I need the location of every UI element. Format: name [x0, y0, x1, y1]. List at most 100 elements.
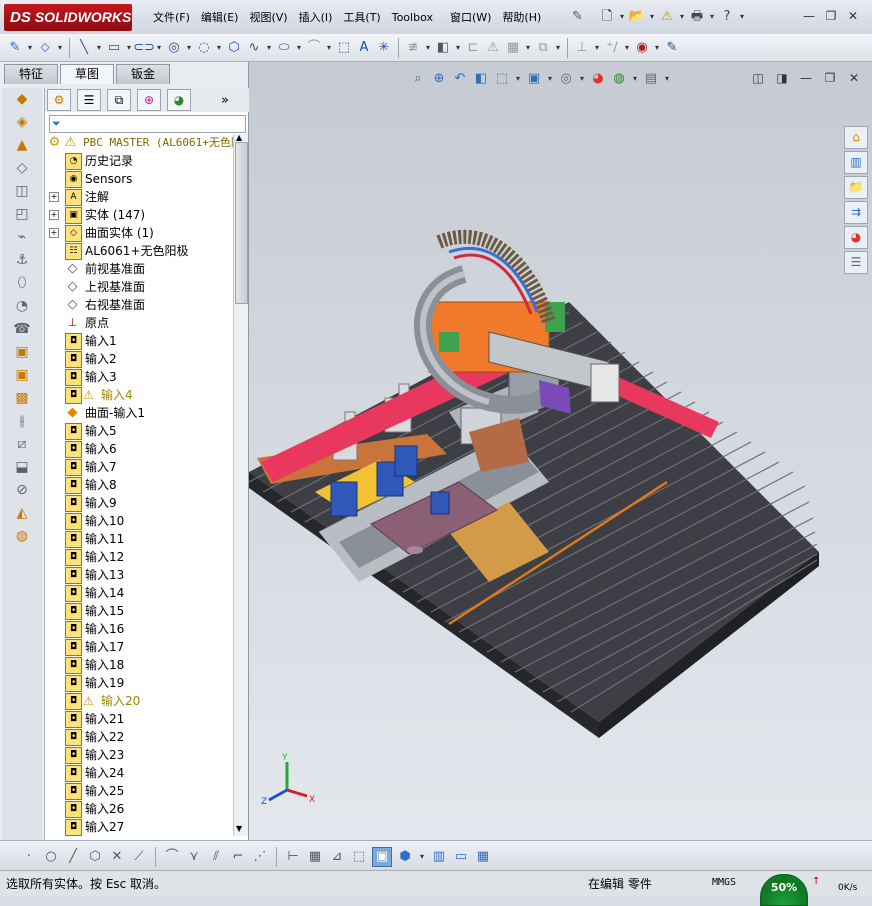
- revolved-cut-icon[interactable]: ⚓: [6, 249, 38, 272]
- tree-item[interactable]: ◘ 输入22: [45, 728, 233, 746]
- swept-boss-icon[interactable]: ▲: [6, 134, 38, 157]
- curves-icon[interactable]: ▣: [6, 341, 38, 364]
- trim-icon[interactable]: ≢: [404, 39, 422, 57]
- tree-scroll-thumb[interactable]: [235, 142, 248, 304]
- circle-icon[interactable]: ◎: [165, 39, 183, 57]
- viewport-split2-icon[interactable]: ◨: [773, 70, 791, 86]
- tree-item[interactable]: ◘ 输入18: [45, 656, 233, 674]
- tree-item[interactable]: ◆ 曲面-输入1: [45, 404, 233, 422]
- feature-manager-tab[interactable]: ⚙: [47, 89, 71, 111]
- solidworks-logo[interactable]: DS SOLIDWORKS: [4, 4, 132, 31]
- convert-dropdown-icon[interactable]: ▾: [454, 39, 462, 57]
- tree-root[interactable]: ⚙ ⚠ PBC MASTER (AL6061+无色阳: [45, 134, 233, 152]
- viewport-restore-icon[interactable]: ❐: [821, 70, 839, 86]
- rectangle-dropdown-icon[interactable]: ▾: [125, 39, 133, 57]
- offset-tool-icon[interactable]: ⌒: [163, 848, 181, 866]
- view-settings-dropdown-icon[interactable]: ▾: [663, 70, 671, 88]
- tree-item[interactable]: ◘ 输入6: [45, 440, 233, 458]
- custom-properties-icon[interactable]: ☰: [844, 251, 868, 274]
- tree-item[interactable]: ◘ 输入11: [45, 530, 233, 548]
- move-dropdown-icon[interactable]: ▾: [554, 39, 562, 57]
- display-mode-dropdown-icon[interactable]: ▾: [418, 848, 426, 866]
- appearance-tool-icon[interactable]: ▥: [430, 848, 448, 866]
- tree-item[interactable]: + ▣ 实体 (147): [45, 206, 233, 224]
- polygon-tool-icon[interactable]: ⬡: [86, 848, 104, 866]
- ellipse-icon[interactable]: ⬭: [275, 39, 293, 57]
- menu-edit[interactable]: 编辑(E): [198, 9, 247, 27]
- line-dropdown-icon[interactable]: ▾: [95, 39, 103, 57]
- convert-entities-icon[interactable]: ◧: [434, 39, 452, 57]
- hide-show-dropdown-icon[interactable]: ▾: [578, 70, 586, 88]
- display-style-icon[interactable]: ▣: [525, 70, 543, 88]
- tree-item[interactable]: ☷ AL6061+无色阳极: [45, 242, 233, 260]
- shaded-view-icon[interactable]: ▣: [372, 847, 392, 867]
- circle-tool-icon[interactable]: ○: [42, 848, 60, 866]
- extruded-cut-icon[interactable]: ◰: [6, 203, 38, 226]
- tree-item[interactable]: ◇ 前视基准面: [45, 260, 233, 278]
- pattern-dropdown-icon[interactable]: ▾: [524, 39, 532, 57]
- fillet-icon[interactable]: ⌒: [305, 39, 323, 57]
- smart-dimension-icon[interactable]: ⬦: [36, 39, 54, 57]
- tree-item[interactable]: ◘ 输入8: [45, 476, 233, 494]
- tab-features[interactable]: 特征: [4, 64, 59, 84]
- rapid-sketch-dropdown-icon[interactable]: ▾: [653, 39, 661, 57]
- linear-pattern-icon[interactable]: ▦: [504, 39, 522, 57]
- layout-tool-icon[interactable]: ▭: [452, 848, 470, 866]
- grid-tool-icon[interactable]: ▦: [306, 848, 324, 866]
- configuration-manager-tab[interactable]: ⧉: [107, 89, 131, 111]
- instant2d-icon[interactable]: ✎: [663, 39, 681, 57]
- help-dropdown-icon[interactable]: ▾: [738, 8, 746, 26]
- hide-show-items-icon[interactable]: ◎: [557, 70, 575, 88]
- help-icon[interactable]: ?: [718, 8, 736, 26]
- expand-toggle-icon[interactable]: +: [49, 210, 59, 220]
- tree-item[interactable]: ⊥ 原点: [45, 314, 233, 332]
- expand-toggle-icon[interactable]: +: [49, 228, 59, 238]
- view-orientation-icon[interactable]: ⬚: [493, 70, 511, 88]
- point-tool-icon[interactable]: ·: [20, 848, 38, 866]
- tree-item[interactable]: ◘ 输入16: [45, 620, 233, 638]
- tab-sketch[interactable]: 草图: [60, 64, 115, 84]
- tree-item[interactable]: ◘ 输入25: [45, 782, 233, 800]
- mirror-feature-icon[interactable]: ◍: [6, 525, 38, 548]
- menu-file[interactable]: 文件(F): [150, 9, 198, 27]
- viewport-close-icon[interactable]: ✕: [845, 70, 863, 86]
- tree-item[interactable]: ◇ 上视基准面: [45, 278, 233, 296]
- tree-vertical-scrollbar[interactable]: ▲ ▼: [233, 133, 248, 836]
- expand-tabs-icon[interactable]: »: [221, 93, 229, 108]
- shell-icon[interactable]: ⊘: [6, 479, 38, 502]
- expand-toggle-icon[interactable]: +: [49, 192, 59, 202]
- fillet-dropdown-icon[interactable]: ▾: [325, 39, 333, 57]
- construction-tool-icon[interactable]: ⫽: [207, 848, 225, 866]
- tree-item[interactable]: ◘ 输入19: [45, 674, 233, 692]
- circle-dropdown-icon[interactable]: ▾: [185, 39, 193, 57]
- open-folder-icon[interactable]: 📂: [628, 8, 646, 26]
- repair-sketch-icon[interactable]: ⁺∕: [603, 39, 621, 57]
- apply-scene-icon[interactable]: ◍: [610, 70, 628, 88]
- polygon-icon[interactable]: ⬡: [225, 39, 243, 57]
- close-icon[interactable]: ✕: [844, 8, 862, 24]
- model-view[interactable]: Y X Z: [249, 62, 872, 840]
- new-document-icon[interactable]: 🗋: [598, 8, 616, 26]
- sketch-dropdown-icon[interactable]: ▾: [26, 39, 34, 57]
- section-view-icon[interactable]: ◧: [472, 70, 490, 88]
- repair-dropdown-icon[interactable]: ▾: [623, 39, 631, 57]
- graphics-area[interactable]: Y X Z ⌕ ⊕ ↶ ◧ ⬚ ▾ ▣ ▾ ◎ ▾ ◕ ◍ ▾ ▤ ▾ ◫ ◨ — ❐ ✕…: [249, 62, 872, 840]
- previous-view-icon[interactable]: ↶: [451, 70, 469, 88]
- tree-filter-field[interactable]: ⏷: [49, 115, 246, 133]
- display-relations-icon[interactable]: ⊥: [573, 39, 591, 57]
- extend-tool-icon[interactable]: ⟋: [130, 848, 148, 866]
- tree-item[interactable]: ◘ 输入21: [45, 710, 233, 728]
- tree-item[interactable]: ◘ ⚠ 输入4: [45, 386, 233, 404]
- lofted-boss-icon[interactable]: ◇: [6, 157, 38, 180]
- open-dropdown-icon[interactable]: ▾: [648, 8, 656, 26]
- view-settings-icon[interactable]: ▤: [642, 70, 660, 88]
- menu-window[interactable]: 窗口(W): [447, 9, 499, 27]
- menu-help[interactable]: 帮助(H): [499, 9, 549, 27]
- line-tool-icon[interactable]: ╱: [64, 848, 82, 866]
- display-style-dropdown-icon[interactable]: ▾: [546, 70, 554, 88]
- viewport-split-icon[interactable]: ◫: [749, 70, 767, 86]
- plane-icon[interactable]: ⬚: [335, 39, 353, 57]
- dimension-tool-icon[interactable]: ⊢: [284, 848, 302, 866]
- draft-icon[interactable]: ⬓: [6, 456, 38, 479]
- display-mode-icon[interactable]: ⬢: [396, 848, 414, 866]
